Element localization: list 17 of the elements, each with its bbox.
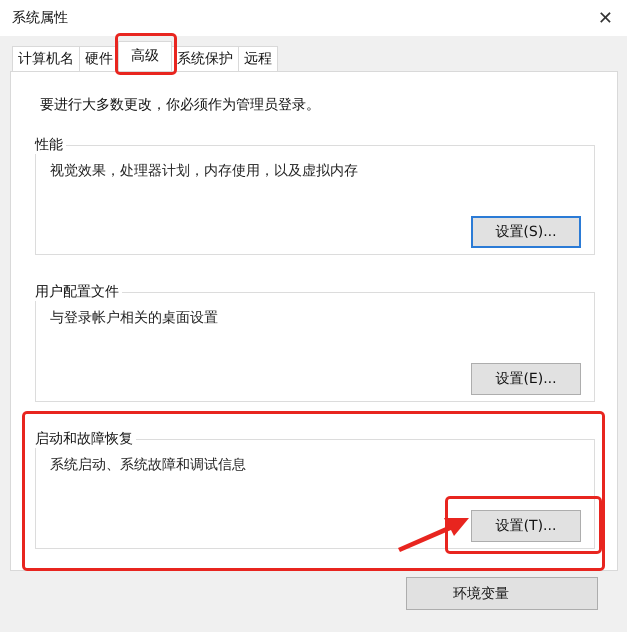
group-description: 与登录帐户相关的桌面设置 bbox=[50, 309, 219, 327]
group-title: 启动和故障恢复 bbox=[35, 430, 136, 448]
tab[interactable]: 远程 bbox=[238, 46, 278, 71]
settings-button[interactable]: 设置(T)... bbox=[471, 510, 581, 542]
group-description: 视觉效果，处理器计划，内存使用，以及虚拟内存 bbox=[50, 162, 359, 180]
notice-text: 要进行大多数更改，你必须作为管理员登录。 bbox=[40, 96, 321, 114]
group-description: 系统启动、系统故障和调试信息 bbox=[50, 456, 247, 474]
group-title: 用户配置文件 bbox=[35, 283, 122, 301]
group-title: 性能 bbox=[35, 136, 66, 154]
tab[interactable]: 系统保护 bbox=[171, 46, 239, 71]
tab[interactable]: 计算机名 bbox=[12, 46, 80, 71]
environment-variables-button[interactable]: 环境变量 bbox=[406, 577, 598, 610]
settings-button[interactable]: 设置(E)... bbox=[471, 363, 581, 395]
window-title: 系统属性 bbox=[12, 9, 68, 27]
close-icon[interactable]: ✕ bbox=[598, 8, 613, 28]
settings-button[interactable]: 设置(S)... bbox=[471, 216, 581, 248]
tab[interactable]: 高级 bbox=[118, 41, 172, 71]
